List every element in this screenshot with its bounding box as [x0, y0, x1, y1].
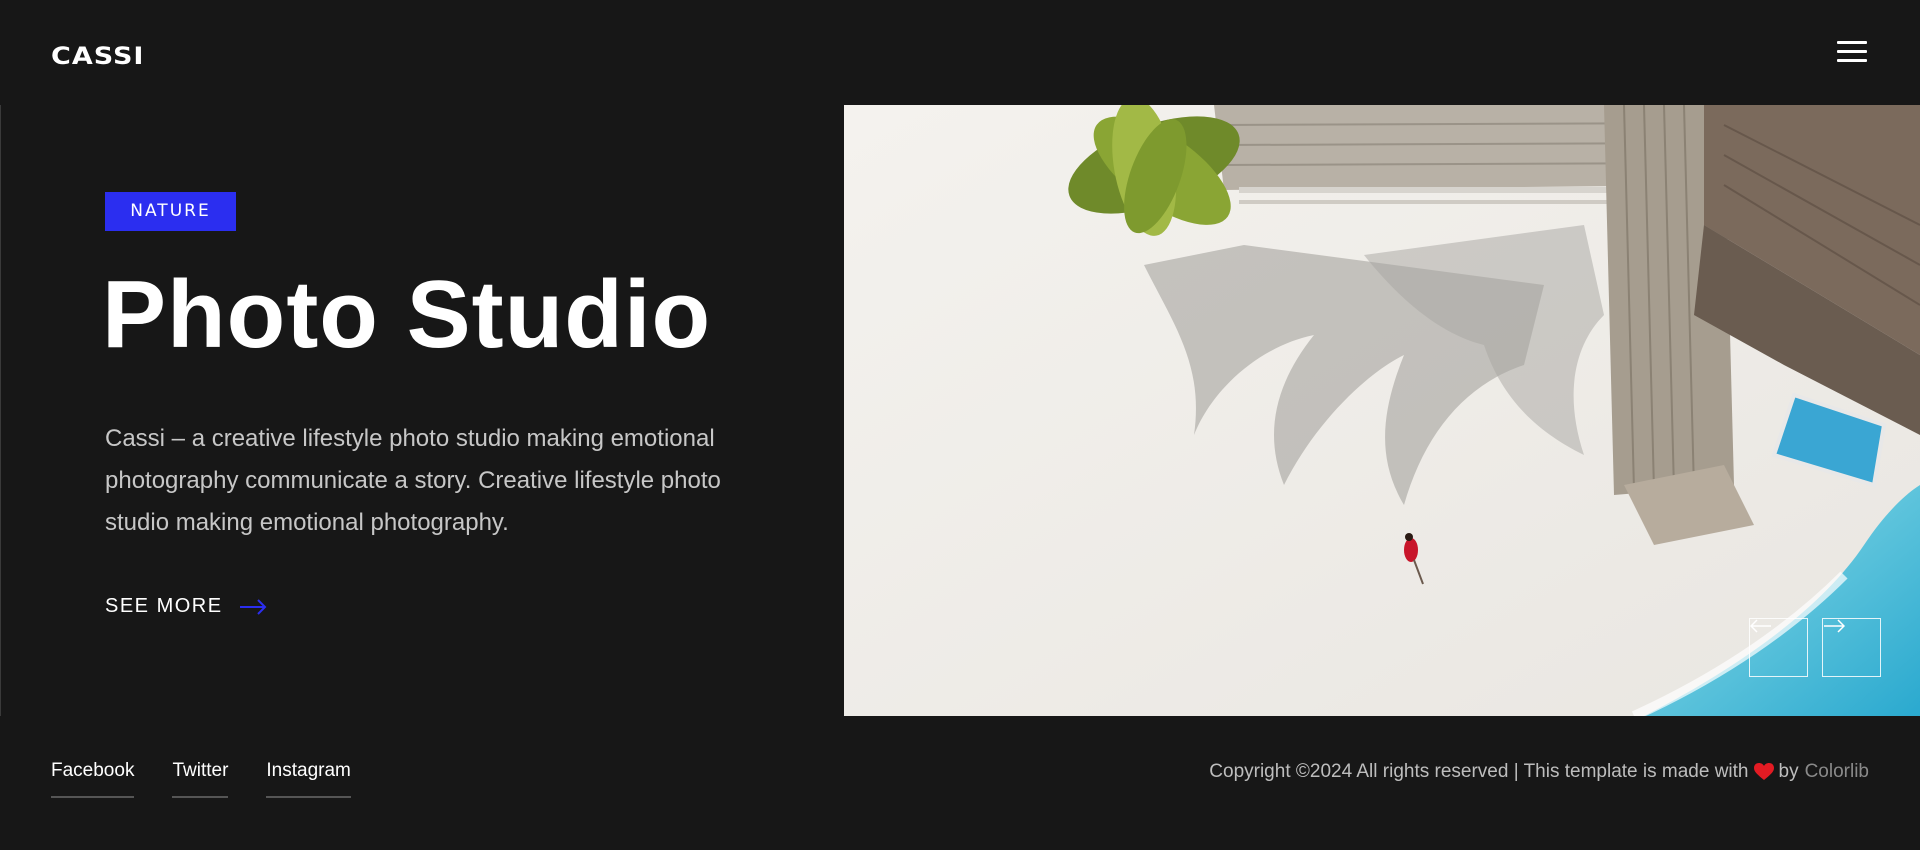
footer-link-instagram[interactable]: Instagram: [266, 758, 351, 798]
slider-next-button[interactable]: [1822, 618, 1881, 677]
hamburger-menu-icon[interactable]: [1837, 40, 1867, 64]
arrow-left-icon: [1750, 619, 1771, 633]
logo[interactable]: CASSI: [51, 43, 144, 71]
arrow-right-icon: [1824, 619, 1845, 633]
footer-link-twitter[interactable]: Twitter: [172, 758, 229, 798]
left-border-line: [0, 105, 1, 716]
heart-icon: [1753, 763, 1774, 780]
footer-link-facebook[interactable]: Facebook: [51, 758, 135, 798]
copyright-notice: Copyright ©2024 All rights reserved | Th…: [1209, 759, 1869, 785]
see-more-link[interactable]: SEE MORE: [105, 595, 267, 618]
arrow-right-icon: [239, 598, 266, 615]
social-links: Facebook Twitter Instagram: [51, 758, 389, 798]
see-more-label: SEE MORE: [105, 595, 223, 617]
site-header: CASSI: [0, 0, 1920, 105]
hero-slider-image: [844, 105, 1920, 716]
category-badge[interactable]: NATURE: [105, 192, 236, 231]
by-text: by: [1778, 761, 1799, 782]
hero-title: Photo Studio: [102, 261, 712, 368]
colorlib-link[interactable]: Colorlib: [1805, 759, 1869, 785]
slider-prev-button[interactable]: [1749, 618, 1808, 677]
hero-description: Cassi – a creative lifestyle photo studi…: [105, 425, 721, 536]
copyright-text: Copyright ©2024 All rights reserved | Th…: [1209, 761, 1749, 782]
